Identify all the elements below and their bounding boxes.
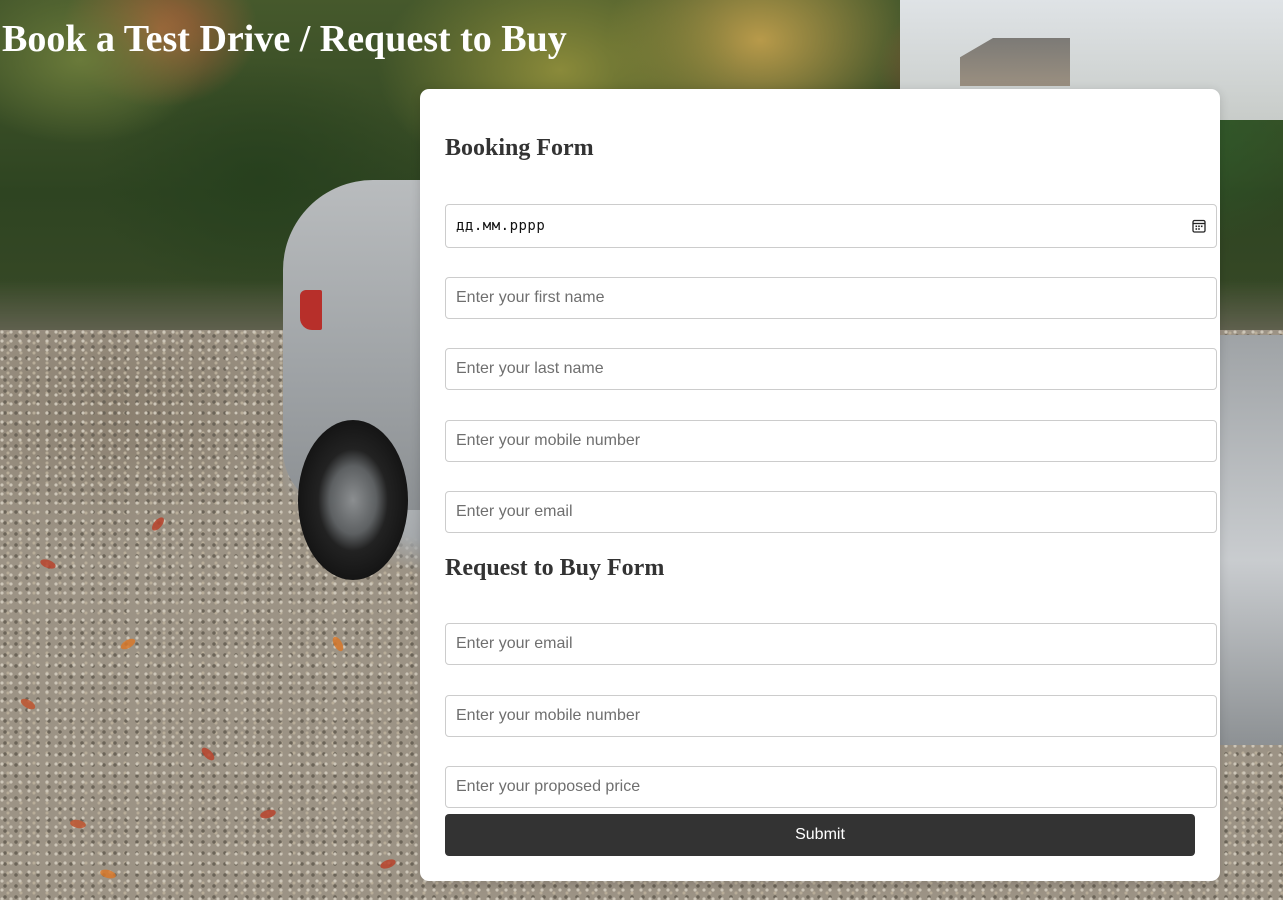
background-car-wheel — [298, 420, 408, 580]
background-car-front — [1215, 335, 1283, 745]
booking-date-value[interactable]: дд.мм.рррр — [456, 218, 1192, 234]
buy-mobile-input[interactable] — [445, 695, 1217, 737]
booking-email-input[interactable] — [445, 491, 1217, 533]
buy-email-input[interactable] — [445, 623, 1217, 665]
proposed-price-input[interactable] — [445, 766, 1217, 808]
booking-form-heading: Booking Form — [445, 135, 594, 161]
page-title: Book a Test Drive / Request to Buy — [2, 18, 567, 60]
submit-button[interactable]: Submit — [445, 814, 1195, 856]
booking-date-input[interactable]: дд.мм.рррр — [445, 204, 1217, 248]
last-name-input[interactable] — [445, 348, 1217, 390]
booking-mobile-input[interactable] — [445, 420, 1217, 462]
form-panel: Booking Form дд.мм.рррр Request to Buy F… — [420, 89, 1220, 881]
background-car-taillight — [300, 290, 322, 330]
first-name-input[interactable] — [445, 277, 1217, 319]
calendar-icon[interactable] — [1192, 219, 1206, 233]
buy-form-heading: Request to Buy Form — [445, 555, 665, 581]
